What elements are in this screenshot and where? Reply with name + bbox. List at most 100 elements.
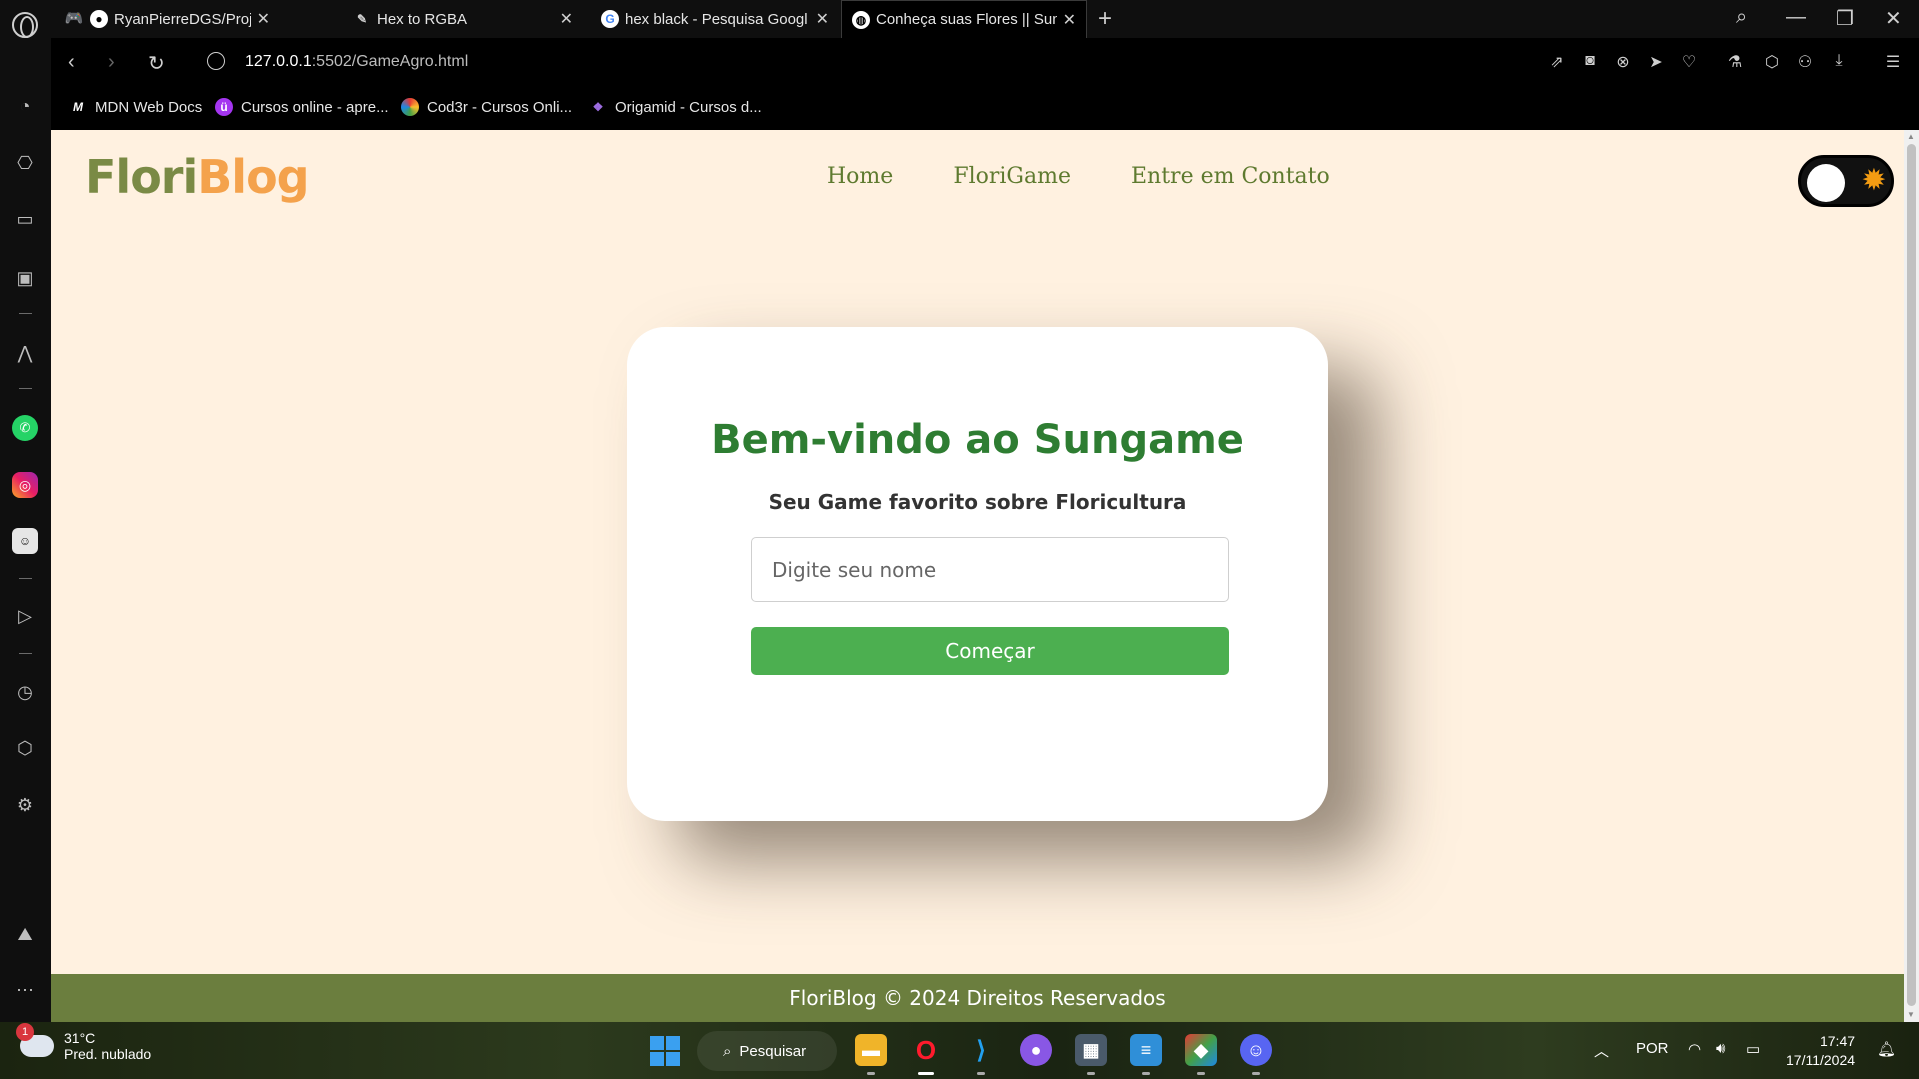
tab-hex-to-rgba[interactable]: ✎ Hex to RGBA ✕ [343, 0, 583, 38]
site-nav: Home FloriGame Entre em Contato [827, 164, 1330, 189]
sidebar-divider [19, 388, 32, 389]
page-viewport: FloriBlog Home FloriGame Entre em Contat… [51, 130, 1904, 1022]
scrollbar-thumb[interactable] [1907, 144, 1916, 1006]
easy-setup-icon[interactable]: ⚗ [1724, 52, 1746, 74]
camera-snapshot-icon[interactable]: ◙ [1579, 52, 1601, 74]
bookmark-mdn[interactable]: M MDN Web Docs [69, 98, 202, 116]
clock-date: 17/11/2024 [1786, 1052, 1856, 1068]
vscode-icon[interactable]: ⟩ [965, 1034, 997, 1075]
mdn-icon: M [73, 100, 83, 114]
opera-browser-icon[interactable]: O [910, 1034, 942, 1075]
send-icon[interactable]: ➤ [1645, 52, 1667, 74]
speed-dial-icon[interactable]: ◔ [12, 93, 38, 119]
file-explorer-icon[interactable]: ▬ [855, 1034, 887, 1075]
easy-menu-icon[interactable]: ☰ [1882, 52, 1904, 74]
notepad-icon[interactable]: ≡ [1130, 1034, 1162, 1075]
weather-widget[interactable]: 1 31°C Pred. nublado [16, 1023, 152, 1062]
site-info-globe-icon[interactable] [207, 52, 225, 70]
ai-assistant-icon[interactable]: ⎔ [12, 150, 38, 176]
more-options-icon[interactable]: ⋯ [12, 977, 38, 1003]
extensions-cube-icon[interactable]: ⬡ [1761, 52, 1783, 74]
reload-icon[interactable]: ↻ [148, 51, 165, 76]
close-icon[interactable]: ✕ [1063, 10, 1076, 30]
heart-icon[interactable]: ♡ [1678, 52, 1700, 74]
bookmark-cod3r[interactable]: Cod3r - Cursos Onli... [401, 98, 572, 116]
twitch-icon[interactable]: ▭ [12, 206, 38, 232]
instagram-icon[interactable]: ◎ [12, 472, 38, 498]
scroll-down-arrow-icon[interactable]: ▼ [1907, 1010, 1915, 1019]
download-icon[interactable]: ⤓ [1828, 52, 1850, 74]
eyedropper-icon: ✎ [356, 12, 368, 26]
weather-condition: Pred. nublado [64, 1046, 152, 1062]
taskbar-search[interactable]: ⌕ Pesquisar [697, 1031, 837, 1071]
windows-taskbar: 1 31°C Pred. nublado ⌕ Pesquisar ▬ O ⟩ ●… [0, 1022, 1919, 1079]
close-icon[interactable]: ✕ [816, 9, 829, 29]
sidebar-divider [19, 578, 32, 579]
github-desktop-icon[interactable]: ● [1020, 1034, 1052, 1066]
tab-sungame-active[interactable]: ◍ Conheça suas Flores || Sung ✕ [841, 0, 1087, 38]
battery-icon[interactable]: ▭ [1746, 1040, 1760, 1058]
notification-badge: 1 [16, 1023, 34, 1041]
player-icon[interactable]: ▷ [12, 603, 38, 629]
calculator-icon[interactable]: ▦ [1075, 1034, 1107, 1075]
extensions-icon[interactable]: ▣ [12, 265, 38, 291]
sidebar-divider [19, 653, 32, 654]
language-indicator[interactable]: POR [1636, 1040, 1669, 1057]
share-icon[interactable]: ⇗ [1546, 52, 1568, 74]
system-clock[interactable]: 17:47 17/11/2024 [1786, 1032, 1855, 1070]
site-logo[interactable]: FloriBlog [85, 150, 310, 204]
udemy-icon: ü [215, 98, 233, 116]
git-client-icon[interactable]: ◆ [1185, 1034, 1217, 1075]
minimize-icon[interactable]: — [1786, 6, 1806, 29]
opera-logo-icon[interactable] [12, 12, 38, 38]
close-icon[interactable]: ✕ [257, 9, 270, 29]
github-icon: ● [90, 10, 108, 28]
site-footer: FloriBlog © 2024 Direitos Reservados [51, 974, 1904, 1022]
volume-icon[interactable]: 🔊︎ [1716, 1040, 1725, 1057]
wifi-icon[interactable]: ◠ [1688, 1040, 1701, 1058]
globe-icon: ◍ [852, 10, 870, 29]
nav-florigame-link[interactable]: FloriGame [953, 164, 1071, 189]
settings-gear-icon[interactable]: ⚙ [12, 792, 38, 818]
whatsapp-icon[interactable]: ✆ [12, 415, 38, 441]
page-scrollbar[interactable]: ▲ ▼ [1904, 130, 1919, 1022]
close-window-icon[interactable]: ✕ [1885, 6, 1902, 31]
scroll-up-arrow-icon[interactable]: ▲ [1907, 132, 1915, 141]
restore-icon[interactable]: ❐ [1836, 6, 1854, 31]
welcome-title: Bem-vindo ao Sungame [711, 417, 1244, 463]
forward-icon[interactable]: › [108, 51, 115, 74]
theme-toggle[interactable]: ✹ [1798, 155, 1894, 207]
notifications-bell-icon[interactable]: 🔔︎ [1877, 1040, 1896, 1058]
discord-icon[interactable]: ☺ [12, 528, 38, 554]
search-icon: ⌕ [723, 1042, 732, 1060]
back-icon[interactable]: ‹ [68, 51, 75, 74]
start-game-button[interactable]: Começar [751, 627, 1229, 675]
bookmark-udemy[interactable]: ü Cursos online - apre... [215, 98, 389, 116]
nav-home-link[interactable]: Home [827, 164, 893, 189]
show-hidden-icons-chevron-icon[interactable]: ︿ [1594, 1040, 1609, 1061]
history-icon[interactable]: ◷ [12, 679, 38, 705]
aria-icon[interactable]: ⋀ [12, 340, 38, 366]
address-bar: ‹ › ↻ 127.0.0.1:5502/GameAgro.html ⇗ ◙ ⊗… [51, 38, 1919, 88]
new-tab-plus-icon[interactable]: + [1098, 5, 1112, 33]
profile-icon[interactable]: ⚇ [1794, 52, 1816, 74]
google-icon: G [601, 10, 619, 28]
cod3r-icon [401, 98, 419, 116]
cube-icon[interactable]: ⬡ [12, 735, 38, 761]
windows-start-icon[interactable] [650, 1036, 680, 1066]
url-field[interactable]: 127.0.0.1:5502/GameAgro.html [245, 53, 468, 71]
sun-icon: ✹ [1861, 164, 1887, 197]
bookmark-origamid[interactable]: ❖ Origamid - Cursos d... [589, 98, 762, 116]
wallpaper-icon[interactable]: ⛰ [12, 921, 38, 947]
search-tabs-icon[interactable]: ⌕ [1736, 6, 1747, 29]
tab-github[interactable]: ● RyanPierreDGS/Projeto-Int ✕ [80, 0, 280, 38]
close-icon[interactable]: ✕ [560, 9, 573, 29]
nav-contact-link[interactable]: Entre em Contato [1131, 164, 1330, 189]
discord-app-icon[interactable]: ☺ [1240, 1034, 1272, 1075]
welcome-subtitle: Seu Game favorito sobre Floricultura [768, 490, 1187, 514]
bookmarks-bar: M MDN Web Docs ü Cursos online - apre...… [51, 88, 1919, 130]
ad-block-icon[interactable]: ⊗ [1612, 52, 1634, 74]
tab-google-search[interactable]: G hex black - Pesquisa Googl ✕ [591, 0, 839, 38]
weather-temperature: 31°C [64, 1030, 96, 1046]
player-name-input[interactable] [751, 537, 1229, 602]
